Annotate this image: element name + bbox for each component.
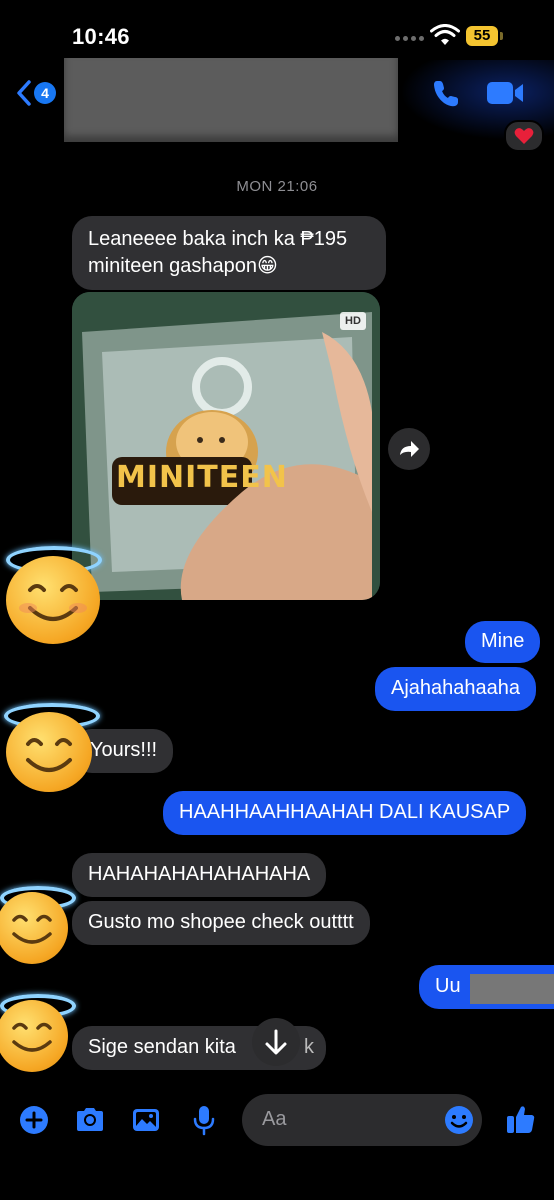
battery-indicator: 55 bbox=[466, 26, 498, 46]
message-outgoing[interactable]: Ajahahahaaha bbox=[375, 667, 537, 711]
message-outgoing[interactable]: Mine bbox=[465, 621, 541, 663]
plus-icon[interactable] bbox=[18, 1104, 50, 1136]
message-line: miniteen gashapon😁 bbox=[88, 255, 278, 277]
redacted-text bbox=[470, 974, 554, 1004]
hd-badge: HD bbox=[340, 312, 366, 330]
unread-count-badge[interactable]: 4 bbox=[34, 82, 56, 104]
share-icon bbox=[400, 441, 419, 457]
message-text: Uu bbox=[435, 975, 461, 997]
message-line: Leaneeee baka inch ka ₱195 bbox=[88, 228, 348, 250]
back-chevron-icon[interactable] bbox=[14, 78, 34, 108]
message-text: k bbox=[304, 1036, 314, 1058]
share-button[interactable] bbox=[388, 428, 430, 470]
scroll-to-bottom-button[interactable] bbox=[252, 1018, 300, 1066]
avatar[interactable] bbox=[6, 556, 100, 644]
battery-tip bbox=[500, 32, 503, 40]
camera-icon[interactable] bbox=[74, 1104, 106, 1136]
message-incoming[interactable]: HAHAHAHAHAHAHAHA bbox=[72, 853, 327, 897]
avatar[interactable] bbox=[0, 892, 68, 964]
microphone-icon[interactable] bbox=[188, 1104, 220, 1136]
video-call-icon[interactable] bbox=[486, 80, 524, 106]
signal-icon bbox=[395, 36, 424, 41]
message-incoming[interactable]: Leaneeee baka inch ka ₱195 miniteen gash… bbox=[72, 216, 386, 290]
photo-attachment[interactable]: MINITEEN bbox=[72, 292, 380, 600]
smiling-face-icon bbox=[19, 584, 87, 621]
message-text: Sige sendan kita bbox=[88, 1036, 236, 1058]
call-icon[interactable] bbox=[430, 78, 462, 110]
redacted-contact-name[interactable] bbox=[64, 58, 398, 142]
smiling-face-icon bbox=[12, 914, 52, 944]
smiling-face-icon bbox=[26, 738, 72, 772]
thumbs-up-icon[interactable] bbox=[504, 1102, 538, 1136]
gallery-icon[interactable] bbox=[130, 1104, 162, 1136]
photo-content bbox=[72, 292, 380, 600]
status-time: 10:46 bbox=[72, 24, 130, 49]
arrow-down-icon bbox=[265, 1029, 287, 1055]
message-outgoing[interactable]: HAAHHAAHHAAHAH DALI KAUSAP bbox=[163, 791, 527, 835]
avatar[interactable] bbox=[6, 712, 92, 792]
avatar[interactable] bbox=[0, 1000, 68, 1072]
smiling-face-icon bbox=[12, 1022, 52, 1052]
date-separator: MON 21:06 bbox=[236, 178, 318, 195]
heart-icon bbox=[514, 128, 534, 144]
heart-reaction[interactable] bbox=[504, 120, 544, 152]
photo-label: MINITEEN bbox=[116, 460, 288, 495]
message-incoming[interactable]: Gusto mo shopee check outttt bbox=[72, 901, 370, 945]
message-input-placeholder[interactable]: Aa bbox=[262, 1108, 286, 1131]
emoji-icon[interactable] bbox=[443, 1104, 475, 1136]
wifi-icon bbox=[430, 24, 460, 45]
